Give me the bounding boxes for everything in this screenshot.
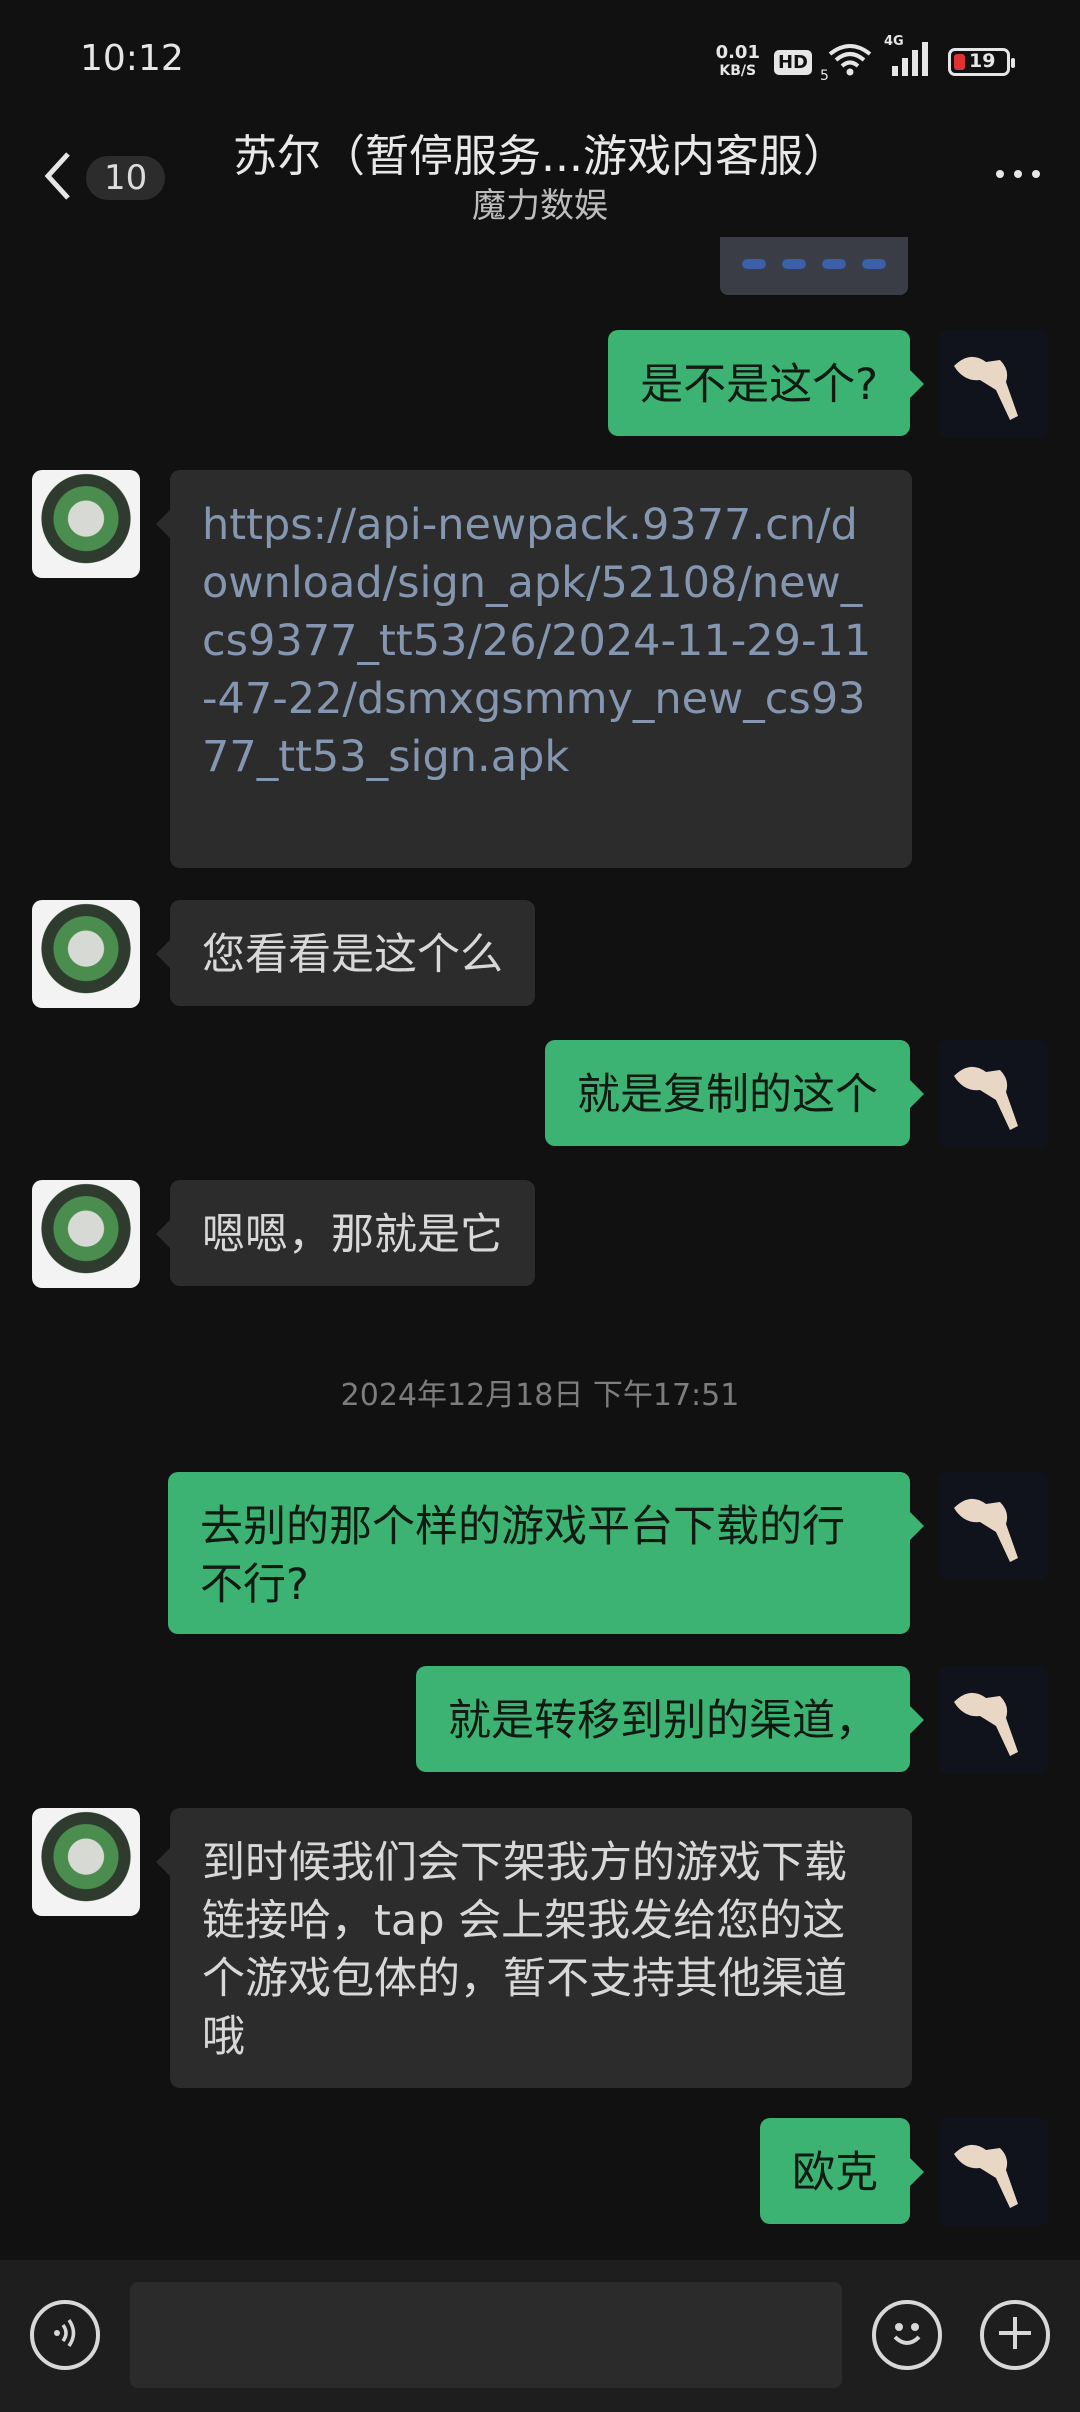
contact-avatar[interactable] — [32, 900, 140, 1008]
image-message-thumbnail[interactable] — [720, 237, 908, 295]
contact-avatar[interactable] — [32, 470, 140, 578]
message-bubble[interactable]: 去别的那个样的游戏平台下载的行不行? — [168, 1472, 924, 1634]
chat-header: 苏尔（暂停服务...游戏内客服） 魔力数娱 10 — [0, 120, 1080, 240]
hd-icon: HD — [773, 49, 812, 75]
emoji-button[interactable] — [872, 2300, 942, 2370]
signal-icon: 4G — [884, 34, 934, 82]
emoji-icon — [882, 2308, 932, 2362]
voice-input-button[interactable] — [30, 2300, 100, 2370]
my-avatar[interactable] — [940, 1040, 1048, 1148]
voice-icon — [45, 2313, 85, 2357]
wifi-level: 5 — [820, 68, 829, 84]
net-speed-value: 0.01 — [715, 42, 760, 63]
status-time: 10:12 — [80, 38, 184, 79]
wifi-icon: 5 — [820, 42, 874, 84]
status-bar: 10:12 0.01 KB/S HD 5 4G 19 — [0, 0, 1080, 120]
network-type: 4G — [884, 34, 904, 49]
net-speed: 0.01 KB/S — [716, 44, 760, 80]
my-avatar[interactable] — [940, 2118, 1048, 2226]
my-avatar[interactable] — [940, 330, 1048, 438]
more-dot-icon — [1014, 170, 1022, 178]
message-bubble[interactable]: 欧克 — [760, 2118, 924, 2224]
message-input[interactable] — [130, 2282, 842, 2388]
chat-input-bar — [0, 2260, 1080, 2412]
chevron-left-icon — [40, 148, 76, 208]
more-options-button[interactable] — [996, 170, 1040, 178]
my-avatar[interactable] — [940, 1472, 1048, 1580]
contact-avatar[interactable] — [32, 1808, 140, 1916]
my-avatar[interactable] — [940, 1666, 1048, 1774]
plus-icon — [995, 2307, 1035, 2363]
battery-icon: 19 — [948, 48, 1015, 76]
unread-count-badge: 10 — [86, 156, 166, 200]
message-bubble[interactable]: 是不是这个? — [608, 330, 924, 436]
message-bubble[interactable]: 您看看是这个么 — [156, 900, 535, 1006]
more-dot-icon — [1032, 170, 1040, 178]
back-button[interactable]: 10 — [40, 148, 166, 208]
battery-level: 19 — [969, 50, 996, 72]
message-link[interactable]: https://api-newpack.9377.cn/download/sig… — [156, 470, 912, 868]
message-bubble[interactable]: 到时候我们会下架我方的游戏下载链接哈，tap 会上架我发给您的这个游戏包体的，暂… — [156, 1808, 912, 2088]
more-dot-icon — [996, 170, 1004, 178]
message-bubble[interactable]: 就是复制的这个 — [545, 1040, 924, 1146]
net-speed-unit: KB/S — [719, 63, 757, 79]
message-bubble[interactable]: 就是转移到别的渠道， — [416, 1666, 924, 1772]
more-functions-button[interactable] — [980, 2300, 1050, 2370]
status-icons: 0.01 KB/S HD 5 4G 19 — [716, 34, 1015, 86]
message-bubble[interactable]: 嗯嗯，那就是它 — [156, 1180, 535, 1286]
contact-avatar[interactable] — [32, 1180, 140, 1288]
battery-fill — [954, 54, 965, 70]
message-timestamp: 2024年12月18日 下午17:51 — [340, 1378, 740, 1413]
